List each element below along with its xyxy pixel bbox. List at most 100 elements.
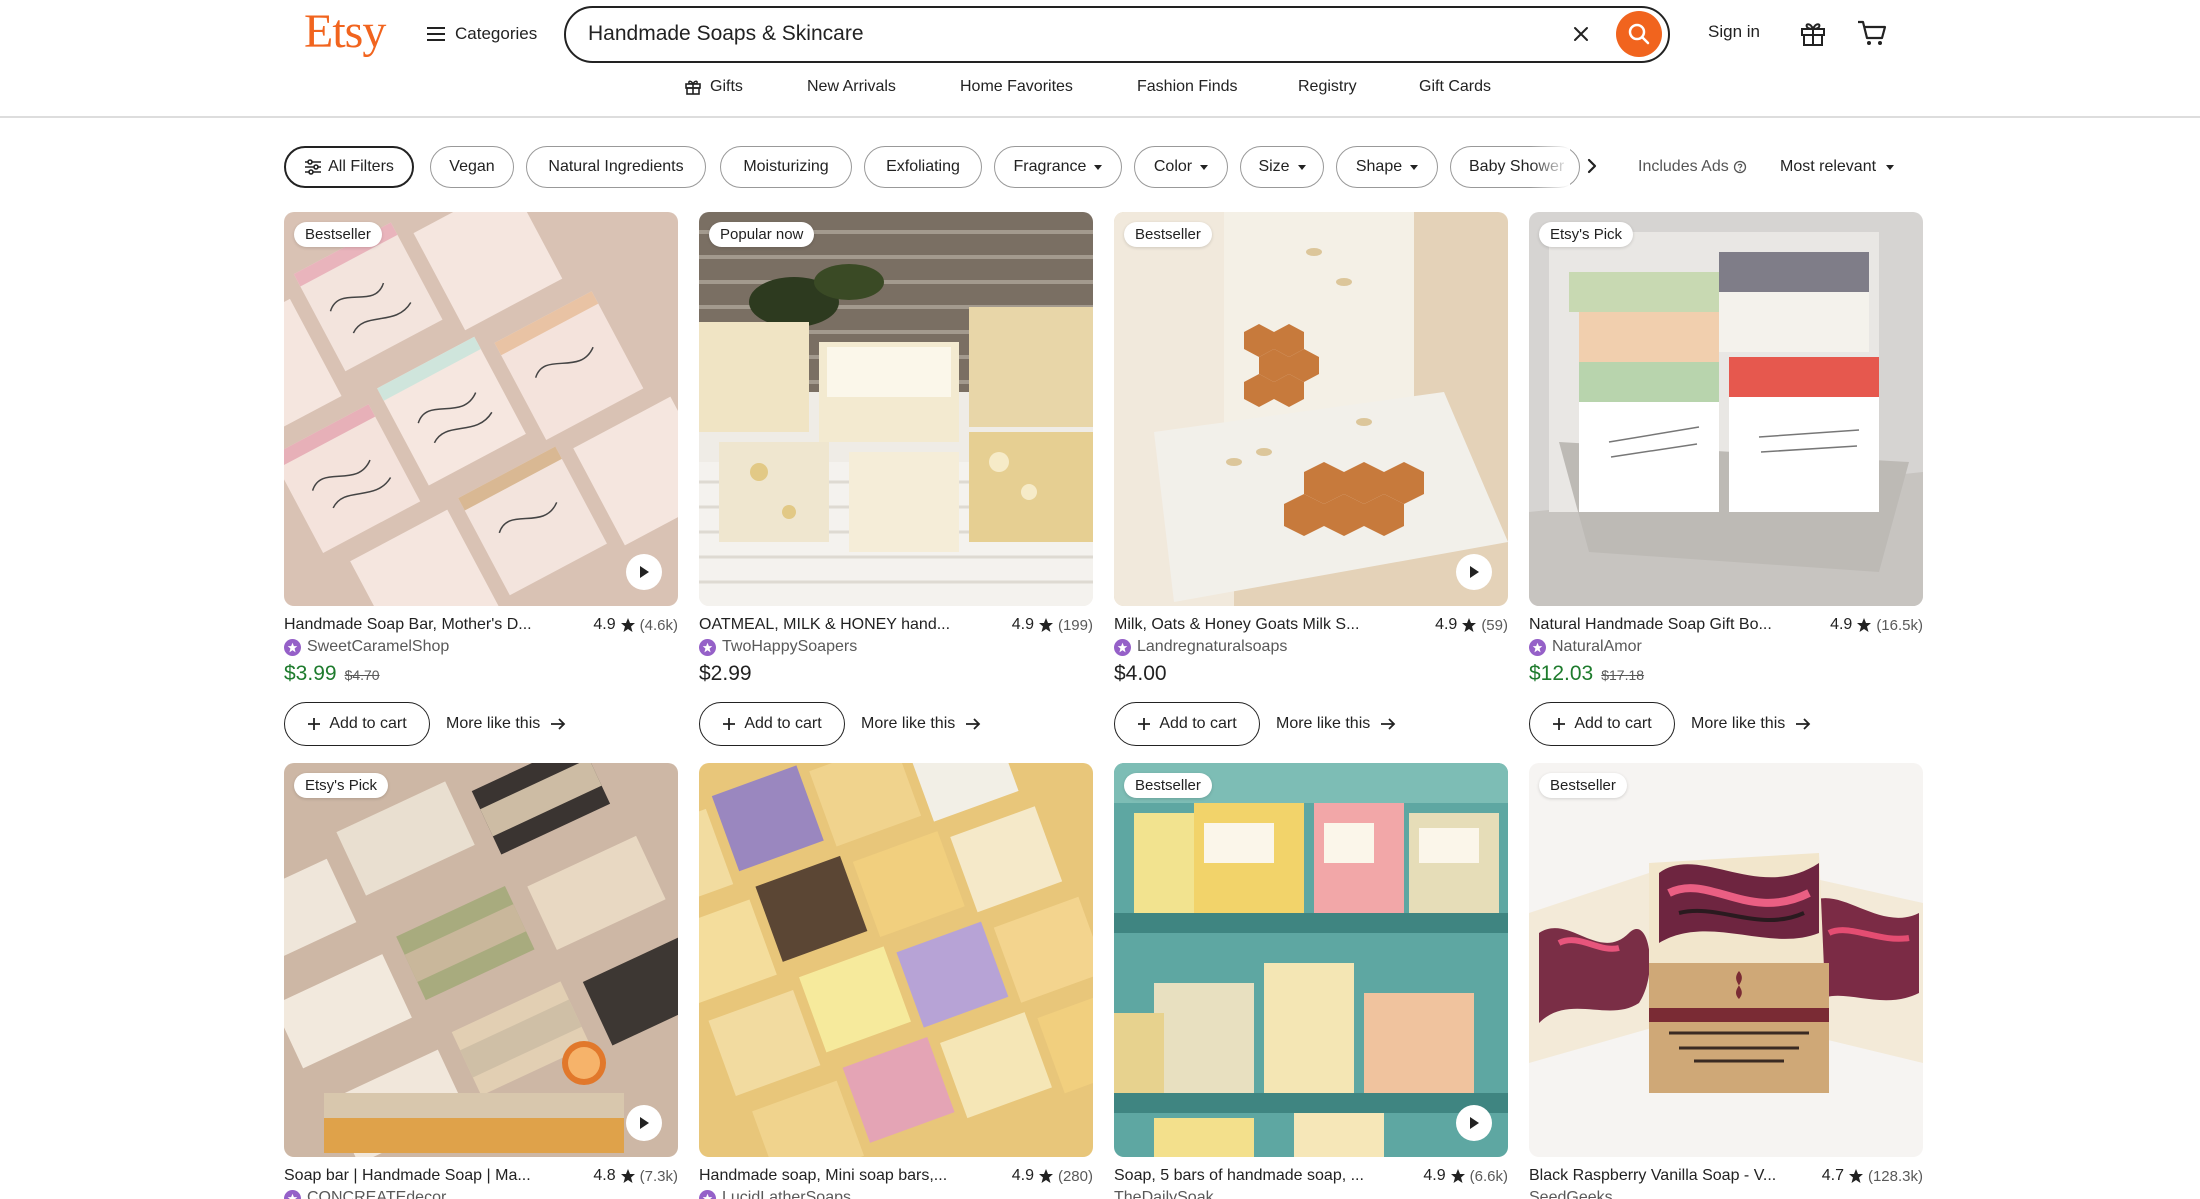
etsy-logo[interactable]: Etsy — [304, 4, 386, 59]
chip-label: Color — [1153, 158, 1193, 175]
product-title[interactable]: Soap bar | Handmade Soap | Ma... — [284, 1167, 554, 1185]
filter-chip-exfoliating[interactable]: Exfoliating — [864, 146, 982, 188]
review-count: (199) — [1057, 616, 1093, 634]
more-like-this-link[interactable]: More like this — [1276, 715, 1396, 733]
cart-icon[interactable] — [1856, 18, 1888, 48]
shop-link[interactable]: CONCREATEdecor — [284, 1189, 446, 1199]
subnav-new-arrivals[interactable]: New Arrivals — [807, 78, 896, 96]
shop-link[interactable]: TheDailySoak — [1114, 1189, 1214, 1199]
product-image[interactable]: Bestseller — [1529, 763, 1923, 1157]
close-icon[interactable] — [1568, 21, 1594, 47]
product-image[interactable]: Popular now — [699, 212, 1093, 606]
subnav-gifts[interactable]: Gifts — [684, 78, 743, 96]
categories-button[interactable]: Categories — [427, 20, 537, 48]
filter-chip-color[interactable]: Color — [1134, 146, 1228, 188]
filter-chip-shape[interactable]: Shape — [1336, 146, 1438, 188]
product-image[interactable]: Etsy's Pick — [1529, 212, 1923, 606]
original-price: $17.18 — [1601, 667, 1645, 683]
product-title[interactable]: Handmade Soap Bar, Mother's D... — [284, 616, 554, 634]
subnav-registry[interactable]: Registry — [1298, 78, 1357, 96]
star-seller-icon — [284, 1189, 301, 1199]
gift-icon[interactable] — [1798, 18, 1828, 48]
star-icon — [1450, 1169, 1465, 1183]
search-bar — [564, 6, 1670, 63]
chip-label: All Filters — [328, 158, 394, 175]
chip-label: Exfoliating — [886, 158, 960, 175]
product-title-row: Natural Handmade Soap Gift Bo... 4.9 (16… — [1529, 616, 1923, 638]
ads-text: Includes Ads — [1638, 158, 1729, 175]
play-video-button[interactable] — [626, 554, 662, 590]
search-input[interactable] — [588, 8, 1548, 60]
filter-chip-baby-shower[interactable]: Baby Shower — [1450, 146, 1580, 188]
chip-label: Shape — [1355, 158, 1403, 175]
product-title[interactable]: Milk, Oats & Honey Goats Milk S... — [1114, 616, 1384, 634]
shop-link[interactable]: SweetCaramelShop — [284, 638, 449, 656]
sign-in-link[interactable]: Sign in — [1708, 22, 1760, 42]
product-rating: 4.8 (7.3k) — [593, 1167, 678, 1185]
review-count: (7.3k) — [639, 1167, 678, 1185]
chip-label: Vegan — [449, 158, 495, 175]
shop-name: SeedGeeks — [1529, 1189, 1613, 1199]
add-to-cart-label: Add to cart — [744, 715, 822, 732]
product-title[interactable]: Natural Handmade Soap Gift Bo... — [1529, 616, 1799, 634]
star-icon — [1038, 1169, 1053, 1183]
subnav-label: New Arrivals — [807, 78, 896, 95]
more-like-this-label: More like this — [1691, 715, 1786, 732]
product-title[interactable]: OATMEAL, MILK & HONEY hand... — [699, 616, 969, 634]
shop-link[interactable]: TwoHappySoapers — [699, 638, 857, 656]
more-like-this-link[interactable]: More like this — [1691, 715, 1811, 733]
filter-chip-size[interactable]: Size — [1240, 146, 1324, 188]
shop-link[interactable]: LucidLatherSoaps — [699, 1189, 851, 1199]
subnav-home-favorites[interactable]: Home Favorites — [960, 78, 1073, 96]
add-to-cart-button[interactable]: Add to cart — [284, 702, 430, 746]
product-image[interactable] — [699, 763, 1093, 1157]
subnav-gift-cards[interactable]: Gift Cards — [1419, 78, 1491, 96]
filter-chip-natural-ingredients[interactable]: Natural Ingredients — [526, 146, 706, 188]
chip-label: Fragrance — [1013, 158, 1087, 175]
more-like-this-label: More like this — [446, 715, 541, 732]
rating-score: 4.9 — [1011, 1167, 1034, 1184]
add-to-cart-button[interactable]: Add to cart — [699, 702, 845, 746]
product-image[interactable]: Etsy's Pick — [284, 763, 678, 1157]
filter-chip-moisturizing[interactable]: Moisturizing — [720, 146, 852, 188]
all-filters-button[interactable]: All Filters — [284, 146, 414, 188]
product-rating: 4.9 (6.6k) — [1423, 1167, 1508, 1185]
sub-navigation: Gifts New Arrivals Home Favorites Fashio… — [0, 76, 2200, 106]
shop-link[interactable]: SeedGeeks — [1529, 1189, 1613, 1199]
subnav-fashion-finds[interactable]: Fashion Finds — [1137, 78, 1238, 96]
filter-chip-fragrance[interactable]: Fragrance — [994, 146, 1122, 188]
star-icon — [1857, 618, 1872, 632]
includes-ads-label[interactable]: Includes Ads — [1638, 158, 1747, 176]
card-actions: Add to cart More like this — [699, 702, 981, 746]
play-video-button[interactable] — [1456, 1105, 1492, 1141]
sort-dropdown[interactable]: Most relevant — [1780, 158, 1895, 176]
chevron-right-icon[interactable] — [1582, 156, 1602, 176]
shop-name: Landregnaturalsoaps — [1137, 638, 1288, 655]
product-image[interactable]: Bestseller — [284, 212, 678, 606]
add-to-cart-button[interactable]: Add to cart — [1114, 702, 1260, 746]
rating-score: 4.8 — [593, 1167, 616, 1184]
product-title[interactable]: Black Raspberry Vanilla Soap - V... — [1529, 1167, 1799, 1185]
filter-chip-vegan[interactable]: Vegan — [430, 146, 514, 188]
shop-link[interactable]: NaturalAmor — [1529, 638, 1642, 656]
product-image[interactable]: Bestseller — [1114, 212, 1508, 606]
product-title[interactable]: Soap, 5 bars of handmade soap, ... — [1114, 1167, 1384, 1185]
product-title[interactable]: Handmade soap, Mini soap bars,... — [699, 1167, 969, 1185]
star-seller-icon — [699, 638, 716, 656]
play-icon — [1470, 1117, 1479, 1129]
add-to-cart-button[interactable]: Add to cart — [1529, 702, 1675, 746]
play-video-button[interactable] — [1456, 554, 1492, 590]
search-button[interactable] — [1616, 11, 1662, 57]
card-actions: Add to cart More like this — [1529, 702, 1811, 746]
product-image[interactable]: Bestseller — [1114, 763, 1508, 1157]
site-header: Etsy Categories Sign in — [0, 0, 2200, 118]
soap-bars-image — [284, 763, 678, 1157]
shop-name: TheDailySoak — [1114, 1189, 1214, 1199]
shop-name: SweetCaramelShop — [307, 638, 450, 655]
star-seller-icon — [699, 1189, 716, 1199]
more-like-this-link[interactable]: More like this — [446, 715, 566, 733]
play-video-button[interactable] — [626, 1105, 662, 1141]
shop-link[interactable]: Landregnaturalsoaps — [1114, 638, 1287, 656]
review-count: (280) — [1057, 1167, 1093, 1185]
more-like-this-link[interactable]: More like this — [861, 715, 981, 733]
